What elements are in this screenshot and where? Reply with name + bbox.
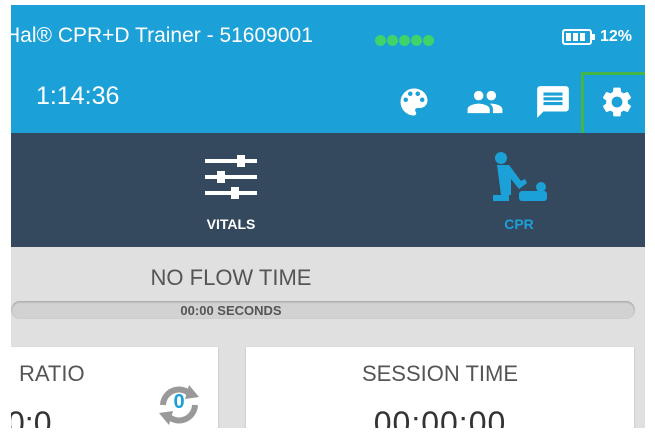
- messages-button[interactable]: [531, 80, 575, 124]
- palette-button[interactable]: [392, 80, 436, 124]
- signal-dot: [387, 35, 398, 46]
- device-title: Hal® CPR+D Trainer - 51609001: [11, 24, 313, 47]
- no-flow-title: NO FLOW TIME: [150, 265, 312, 290]
- signal-dot: [411, 35, 422, 46]
- users-button[interactable]: [463, 80, 507, 124]
- tab-cpr-label: CPR: [504, 216, 534, 232]
- signal-dot: [423, 35, 434, 46]
- session-time-value: 00:00:00: [373, 405, 507, 428]
- sliders-icon: [205, 155, 257, 199]
- battery-percent: 12%: [600, 28, 633, 45]
- no-flow-value: 00:00 SECONDS: [180, 303, 282, 318]
- session-clock: 1:14:36: [36, 82, 120, 110]
- users-icon: [467, 90, 503, 114]
- tab-bar: VITALS CPR: [11, 133, 645, 247]
- ratio-card: RATIO 0:0 0: [11, 347, 218, 428]
- tab-cpr[interactable]: CPR: [449, 133, 589, 247]
- signal-dot: [375, 35, 386, 46]
- battery-icon: [562, 29, 595, 45]
- session-time-card: SESSION TIME 00:00:00: [246, 347, 634, 428]
- app-frame: Hal® CPR+D Trainer - 51609001 12% 1:14:3…: [11, 5, 645, 428]
- cpr-content: NO FLOW TIME 00:00 SECONDS RATIO 0:0 0 S…: [11, 247, 645, 428]
- ratio-title: RATIO: [19, 361, 85, 386]
- signal-dot: [399, 35, 410, 46]
- settings-button[interactable]: [595, 80, 639, 124]
- palette-icon: [400, 88, 428, 116]
- tab-vitals-label: VITALS: [206, 216, 256, 232]
- ratio-counter[interactable]: 0: [149, 375, 209, 428]
- signal-indicator: [375, 33, 435, 51]
- message-list-icon: [537, 86, 569, 118]
- ratio-value: 0:0: [11, 405, 52, 428]
- session-time-title: SESSION TIME: [361, 361, 519, 386]
- tab-vitals[interactable]: VITALS: [161, 133, 301, 247]
- battery-indicator: 12%: [562, 28, 632, 46]
- gear-icon: [602, 87, 632, 117]
- cpr-person-icon: [493, 152, 547, 201]
- ratio-counter-value: 0: [173, 391, 185, 413]
- header-bar: Hal® CPR+D Trainer - 51609001 12% 1:14:3…: [11, 5, 645, 142]
